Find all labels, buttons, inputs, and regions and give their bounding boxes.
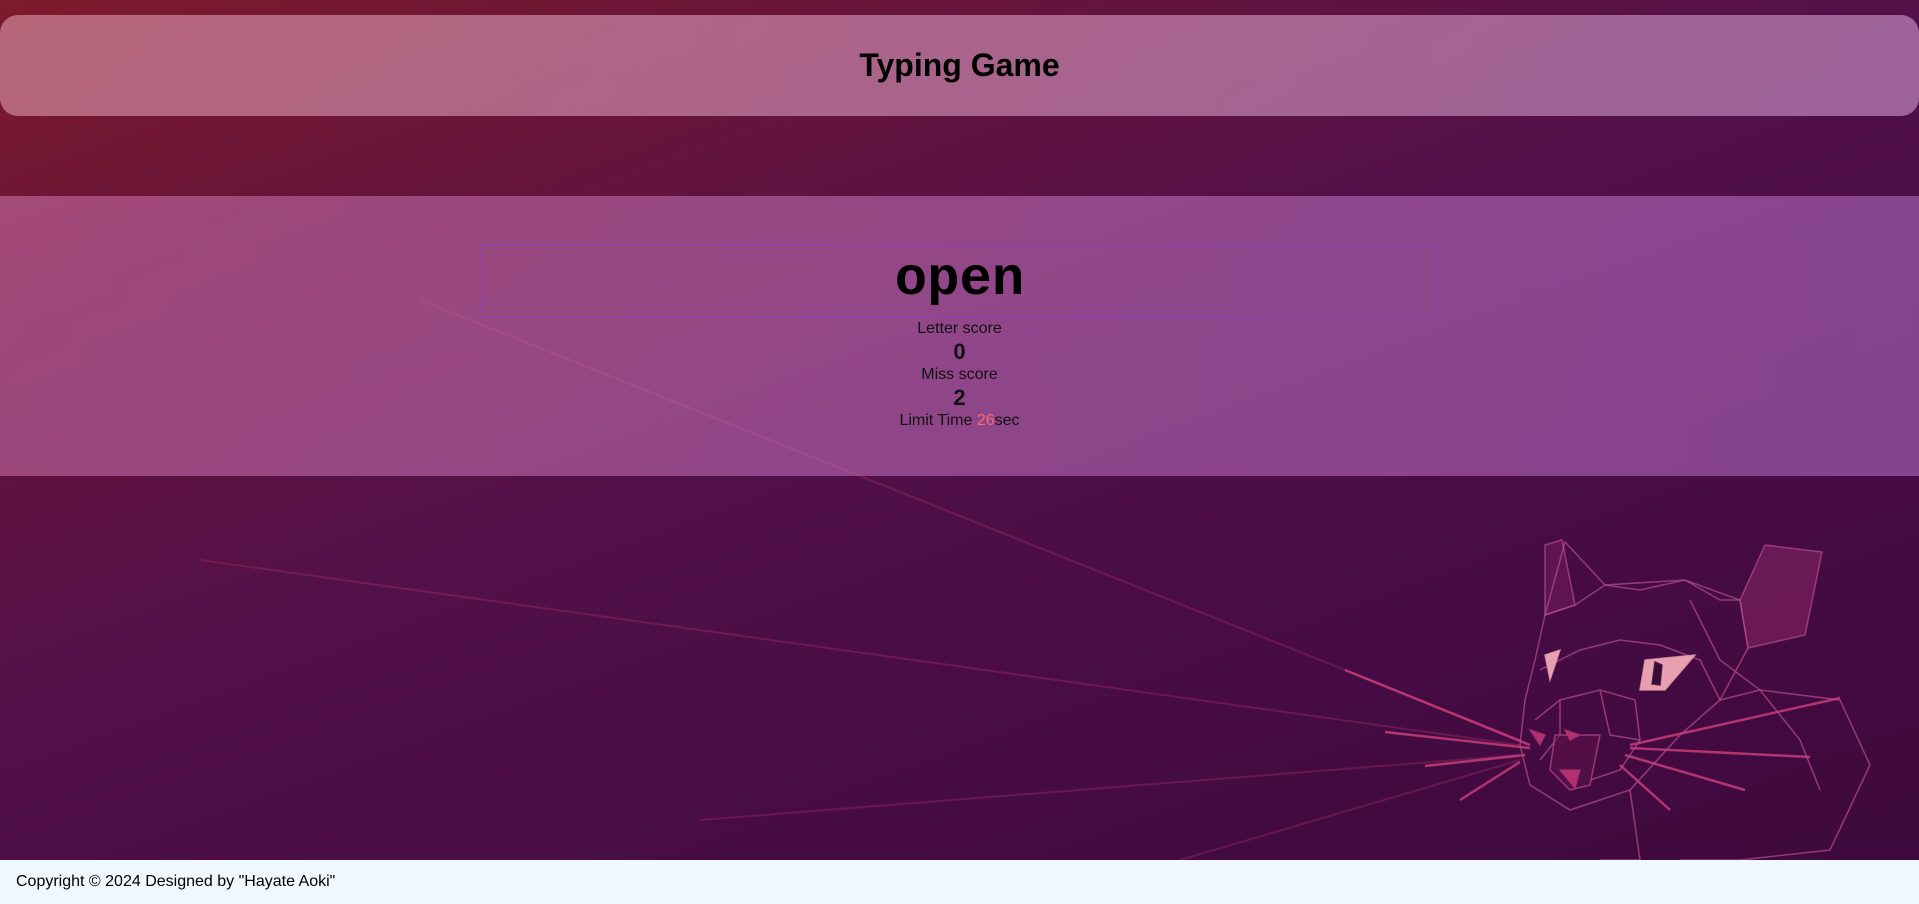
word-display-box: open [480, 244, 1439, 317]
limit-time-row: Limit Time 26sec [0, 410, 1919, 432]
limit-time-value: 26 [976, 412, 995, 429]
header-bar: Typing Game [0, 15, 1919, 116]
letter-score-value: 0 [953, 339, 966, 364]
game-panel: open Letter score 0 Miss score 2 Limit T… [0, 196, 1919, 476]
miss-score-value: 2 [953, 385, 966, 410]
current-word: open [894, 249, 1025, 311]
limit-time-unit: sec [994, 412, 1020, 429]
footer: Copyright © 2024 Designed by "Hayate Aok… [0, 860, 1919, 904]
copyright-text: Copyright © 2024 Designed by "Hayate Aok… [16, 873, 336, 890]
letter-score-label: Letter score [917, 320, 1002, 337]
page-title: Typing Game [859, 47, 1060, 83]
cat-wallpaper-icon [1519, 539, 1871, 861]
miss-score-label: Miss score [921, 366, 998, 383]
limit-time-label: Limit Time [899, 412, 977, 429]
score-stats: Letter score 0 Miss score 2 Limit Time 2… [0, 318, 1919, 432]
